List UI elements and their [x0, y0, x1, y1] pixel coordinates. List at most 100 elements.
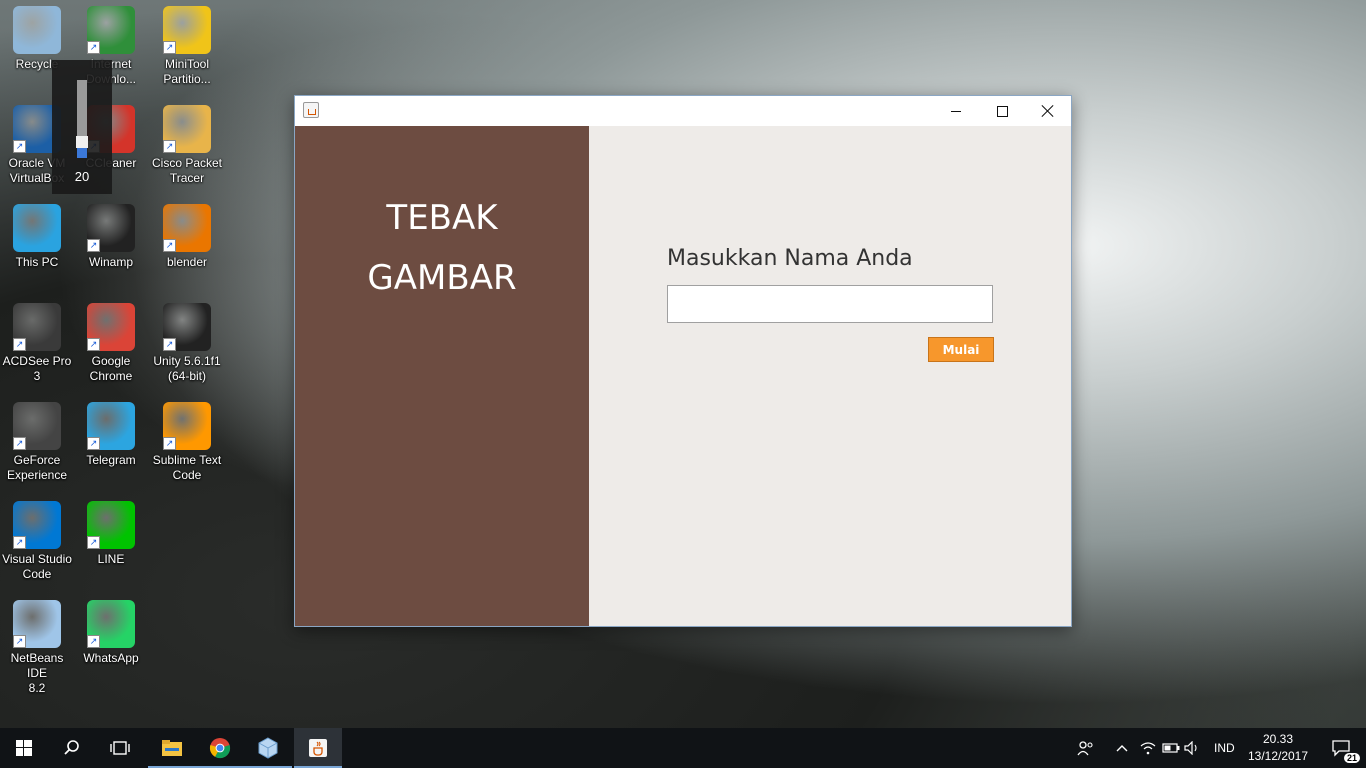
desktop-icon-acdsee[interactable]: ↗ ACDSee Pro 3	[0, 299, 74, 384]
title-panel: TEBAK GAMBAR	[295, 126, 589, 626]
desktop-icon-label: WhatsApp	[83, 651, 139, 665]
whatsapp-icon: ↗	[87, 600, 135, 648]
volume-slider[interactable]	[76, 80, 88, 158]
notification-count-badge: 21	[1343, 753, 1360, 763]
desktop-icon-line[interactable]: ↗ LINE	[74, 497, 148, 567]
desktop-icon-cisco[interactable]: ↗ Cisco Packet Tracer	[150, 101, 224, 186]
desktop-icon-winamp[interactable]: ↗ Winamp	[74, 200, 148, 270]
this-pc-icon	[13, 204, 61, 252]
wifi-icon	[1140, 742, 1156, 755]
desktop-icon-telegram[interactable]: ↗ Telegram	[74, 398, 148, 468]
shortcut-arrow-icon: ↗	[87, 437, 100, 450]
chrome-icon	[209, 738, 231, 759]
desktop-icon-whatsapp[interactable]: ↗ WhatsApp	[74, 596, 148, 666]
show-hidden-icons-button[interactable]	[1110, 728, 1134, 768]
shortcut-arrow-icon: ↗	[163, 437, 176, 450]
desktop-icon-vscode[interactable]: ↗ Visual Studio Code	[0, 497, 74, 582]
volume-osd: 20	[52, 60, 112, 194]
java-icon	[309, 739, 327, 757]
desktop-icon-blender[interactable]: ↗ blender	[150, 200, 224, 270]
desktop-icon-sublime[interactable]: ↗ Sublime Text Code	[150, 398, 224, 483]
recycle-bin-icon	[13, 6, 61, 54]
netbeans-icon: ↗	[13, 600, 61, 648]
people-icon	[1077, 741, 1093, 756]
shortcut-arrow-icon: ↗	[163, 239, 176, 252]
unity-icon: ↗	[163, 303, 211, 351]
form-panel: Masukkan Nama Anda Mulai	[589, 126, 1071, 626]
desktop-icon-label: This PC	[15, 255, 59, 269]
desktop-icon-minitool[interactable]: ↗ MiniTool Partitio...	[150, 2, 224, 87]
internet-download-manager-icon: ↗	[87, 6, 135, 54]
name-label: Masukkan Nama Anda	[667, 246, 913, 271]
desktop-icon-netbeans[interactable]: ↗ NetBeans IDE 8.2	[0, 596, 74, 696]
desktop-icon-label: Unity 5.6.1f1 (64-bit)	[153, 354, 221, 383]
people-button[interactable]	[1066, 728, 1106, 768]
desktop-icon-label: NetBeans IDE 8.2	[10, 651, 64, 695]
app-window: TEBAK GAMBAR Masukkan Nama Anda Mulai	[294, 95, 1072, 627]
clock-time[interactable]: 20.33	[1250, 732, 1306, 746]
task-view-icon	[110, 741, 130, 755]
file-explorer-icon	[162, 740, 182, 756]
taskbar-file-explorer[interactable]	[148, 728, 196, 768]
close-icon	[1042, 105, 1054, 117]
game-title-line-1: TEBAK	[386, 198, 498, 238]
desktop-icon-label: MiniTool Partitio...	[163, 57, 211, 86]
volume-value: 20	[74, 169, 90, 184]
minitool-partition-icon: ↗	[163, 6, 211, 54]
desktop-icon-this-pc[interactable]: This PC	[0, 200, 74, 270]
chrome-icon: ↗	[87, 303, 135, 351]
shortcut-arrow-icon: ↗	[13, 635, 26, 648]
volume-thumb[interactable]	[76, 136, 88, 149]
winamp-icon: ↗	[87, 204, 135, 252]
network-button[interactable]	[1138, 728, 1158, 768]
geforce-icon: ↗	[13, 402, 61, 450]
close-button[interactable]	[1025, 96, 1071, 126]
taskbar-java-app[interactable]	[294, 728, 342, 768]
desktop-icon-geforce[interactable]: ↗ GeForce Experience	[0, 398, 74, 483]
desktop-icon-label: Winamp	[88, 255, 133, 269]
shortcut-arrow-icon: ↗	[13, 536, 26, 549]
shortcut-arrow-icon: ↗	[87, 41, 100, 54]
input-language[interactable]: IND	[1214, 741, 1235, 755]
shortcut-arrow-icon: ↗	[13, 437, 26, 450]
search-button[interactable]	[48, 728, 96, 768]
desktop-icon-label: GeForce Experience	[6, 453, 68, 482]
cisco-packet-tracer-icon: ↗	[163, 105, 211, 153]
desktop-icon-label: Google Chrome	[89, 354, 133, 383]
volume-button[interactable]	[1182, 728, 1204, 768]
taskbar-netbeans[interactable]	[244, 728, 292, 768]
task-view-button[interactable]	[96, 728, 144, 768]
desktop-icon-label: Visual Studio Code	[2, 552, 72, 581]
shortcut-arrow-icon: ↗	[87, 536, 100, 549]
battery-icon	[1162, 743, 1180, 753]
telegram-icon: ↗	[87, 402, 135, 450]
shortcut-arrow-icon: ↗	[13, 140, 26, 153]
vscode-icon: ↗	[13, 501, 61, 549]
desktop-icon-label: ACDSee Pro 3	[2, 354, 72, 383]
desktop-icon-chrome[interactable]: ↗ Google Chrome	[74, 299, 148, 384]
battery-button[interactable]	[1160, 728, 1182, 768]
desktop-icon-label: Telegram	[86, 453, 136, 467]
desktop-icon-label: Cisco Packet Tracer	[151, 156, 223, 185]
shortcut-arrow-icon: ↗	[87, 338, 100, 351]
acdsee-icon: ↗	[13, 303, 61, 351]
maximize-icon	[996, 105, 1008, 117]
sublime-text-icon: ↗	[163, 402, 211, 450]
maximize-button[interactable]	[979, 96, 1025, 126]
start-button[interactable]: Mulai	[928, 337, 994, 362]
shortcut-arrow-icon: ↗	[163, 140, 176, 153]
netbeans-icon	[258, 737, 278, 759]
shortcut-arrow-icon: ↗	[87, 239, 100, 252]
desktop-icon-label: blender	[166, 255, 208, 269]
clock-date[interactable]: 13/12/2017	[1244, 749, 1312, 763]
shortcut-arrow-icon: ↗	[13, 338, 26, 351]
start-button[interactable]	[0, 728, 48, 768]
minimize-button[interactable]	[933, 96, 979, 126]
game-title-line-2: GAMBAR	[367, 258, 517, 298]
name-input[interactable]	[667, 285, 993, 323]
blender-icon: ↗	[163, 204, 211, 252]
taskbar-chrome[interactable]	[196, 728, 244, 768]
action-center-button[interactable]: 21	[1318, 728, 1364, 768]
desktop-icon-unity[interactable]: ↗ Unity 5.6.1f1 (64-bit)	[150, 299, 224, 384]
title-bar[interactable]	[295, 96, 1071, 126]
